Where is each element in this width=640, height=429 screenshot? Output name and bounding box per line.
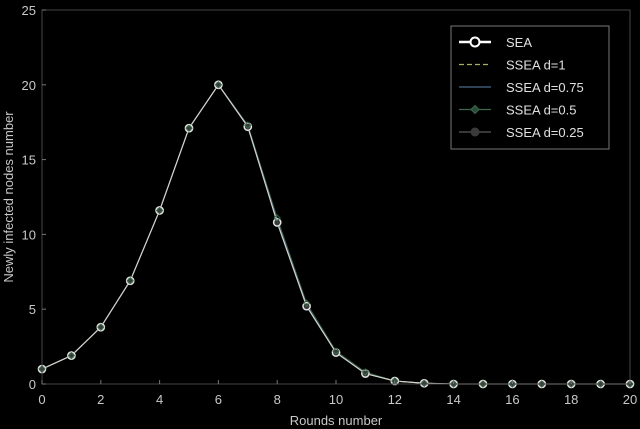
- legend-label-4: SSEA d=0.25: [506, 125, 584, 140]
- x-tick-label: 20: [623, 392, 637, 407]
- y-tick-label: 15: [22, 153, 36, 168]
- legend-label-2: SSEA d=0.75: [506, 80, 584, 95]
- x-tick-label: 8: [274, 392, 281, 407]
- legend-label-3: SSEA d=0.5: [506, 103, 576, 118]
- legend: SEA SSEA d=1 SSEA d=0.75 SSEA d=0.5 SSEA d=0…: [450, 25, 610, 150]
- x-tick-label: 10: [329, 392, 343, 407]
- x-tick-label: 12: [388, 392, 402, 407]
- chart: 0 2 4 6 8 10 12 14 16 18 20 0 5 10 15 20 25 Rounds number…: [1, 3, 637, 428]
- legend-label-0: SEA: [506, 35, 532, 50]
- x-tick-label: 0: [38, 392, 45, 407]
- y-tick-label: 25: [22, 3, 36, 18]
- x-tick-label: 4: [156, 392, 163, 407]
- x-tick-label: 6: [215, 392, 222, 407]
- x-tick-label: 14: [446, 392, 460, 407]
- y-tick-label: 20: [22, 78, 36, 93]
- legend-marker-0: [469, 36, 481, 48]
- y-tick-label: 10: [22, 227, 36, 242]
- legend-marker-4: [470, 127, 480, 137]
- x-tick-label: 16: [505, 392, 519, 407]
- x-axis-label: Rounds number: [290, 413, 383, 428]
- x-tick-label: 2: [97, 392, 104, 407]
- legend-label-1: SSEA d=1: [506, 58, 566, 73]
- y-tick-label: 0: [29, 377, 36, 392]
- x-tick-label: 18: [564, 392, 578, 407]
- y-tick-label: 5: [29, 302, 36, 317]
- y-axis-label: Newly infected nodes number: [1, 111, 16, 283]
